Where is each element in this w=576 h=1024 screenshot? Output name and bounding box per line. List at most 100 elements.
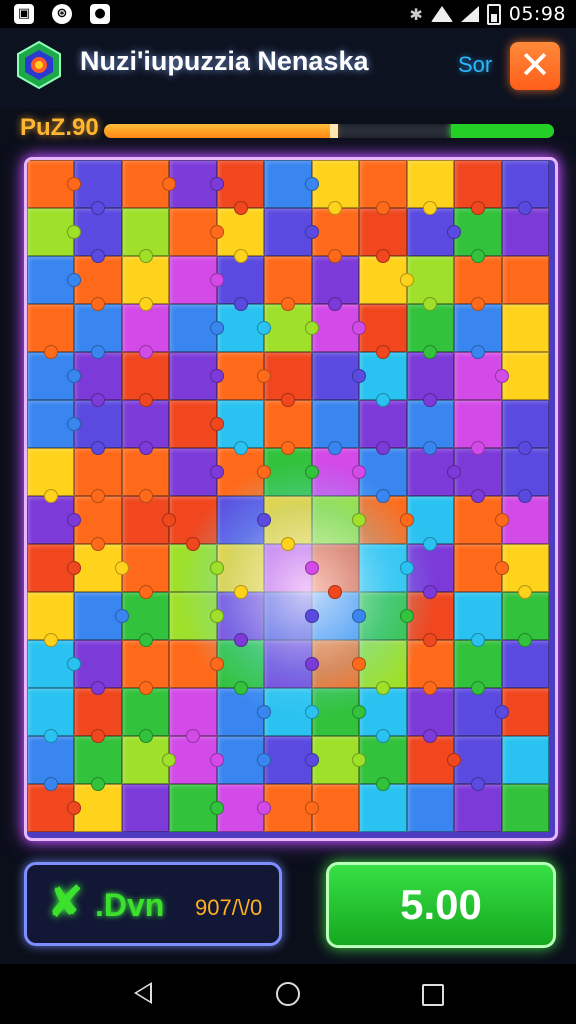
puzzle-piece[interactable]	[501, 208, 549, 256]
puzzle-piece[interactable]	[169, 640, 224, 688]
puzzle-piece[interactable]	[311, 448, 367, 496]
puzzle-piece[interactable]	[27, 784, 82, 832]
puzzle-piece[interactable]	[406, 160, 455, 215]
puzzle-piece[interactable]	[454, 448, 502, 503]
puzzle-piece[interactable]	[454, 352, 509, 400]
puzzle-piece[interactable]	[216, 160, 265, 215]
puzzle-piece[interactable]	[454, 592, 502, 647]
puzzle-piece[interactable]	[311, 592, 367, 640]
puzzle-piece[interactable]	[169, 160, 224, 208]
puzzle-piece[interactable]	[74, 160, 122, 215]
puzzle-piece[interactable]	[264, 448, 319, 496]
puzzle-piece[interactable]	[454, 688, 509, 736]
puzzle-board[interactable]	[24, 157, 558, 841]
puzzle-piece[interactable]	[359, 160, 407, 215]
puzzle-piece[interactable]	[264, 256, 312, 311]
puzzle-piece[interactable]	[121, 208, 170, 263]
puzzle-piece[interactable]	[359, 544, 414, 592]
puzzle-piece[interactable]	[454, 160, 502, 215]
puzzle-piece[interactable]	[264, 304, 319, 352]
puzzle-piece[interactable]	[169, 688, 217, 743]
puzzle-piece[interactable]	[501, 160, 549, 215]
puzzle-piece[interactable]	[121, 688, 170, 743]
puzzle-piece[interactable]	[27, 160, 82, 208]
puzzle-piece[interactable]	[169, 304, 224, 352]
puzzle-piece[interactable]	[454, 496, 509, 544]
puzzle-piece[interactable]	[216, 304, 272, 352]
puzzle-piece[interactable]	[169, 544, 224, 592]
puzzle-piece[interactable]	[501, 400, 549, 455]
puzzle-piece[interactable]	[359, 256, 414, 304]
puzzle-piece[interactable]	[454, 400, 502, 455]
puzzle-piece[interactable]	[406, 784, 455, 832]
puzzle-piece[interactable]	[406, 304, 455, 359]
puzzle-piece[interactable]	[359, 736, 407, 791]
puzzle-piece[interactable]	[169, 736, 224, 784]
score-button[interactable]: 5.00	[326, 862, 556, 948]
puzzle-piece[interactable]	[359, 448, 407, 503]
app-logo-icon[interactable]	[16, 40, 62, 90]
puzzle-piece[interactable]	[311, 544, 360, 599]
puzzle-piece[interactable]	[74, 640, 122, 695]
puzzle-piece[interactable]	[216, 208, 265, 263]
puzzle-piece[interactable]	[121, 352, 170, 407]
puzzle-piece[interactable]	[264, 352, 312, 407]
puzzle-piece[interactable]	[74, 496, 122, 551]
puzzle-piece[interactable]	[406, 736, 462, 784]
puzzle-piece[interactable]	[311, 640, 367, 688]
puzzle-piece[interactable]	[74, 400, 122, 455]
puzzle-piece[interactable]	[359, 640, 407, 695]
puzzle-piece[interactable]	[216, 352, 272, 400]
puzzle-piece[interactable]	[406, 400, 455, 455]
puzzle-piece[interactable]	[74, 448, 122, 503]
done-button[interactable]: ✘ .Dvn 907/\/0	[24, 862, 282, 946]
puzzle-piece[interactable]	[121, 304, 170, 359]
puzzle-piece[interactable]	[454, 208, 502, 263]
puzzle-piece[interactable]	[121, 400, 170, 455]
puzzle-piece[interactable]	[216, 784, 272, 832]
puzzle-piece[interactable]	[311, 208, 360, 263]
puzzle-piece[interactable]	[74, 208, 122, 263]
puzzle-piece[interactable]	[311, 352, 367, 400]
puzzle-piece[interactable]	[169, 400, 224, 448]
puzzle-piece[interactable]	[27, 304, 75, 359]
puzzle-piece[interactable]	[359, 304, 407, 359]
puzzle-piece[interactable]	[216, 496, 272, 544]
puzzle-piece[interactable]	[264, 208, 319, 256]
puzzle-piece[interactable]	[311, 496, 367, 544]
puzzle-piece[interactable]	[264, 640, 319, 688]
puzzle-piece[interactable]	[501, 784, 549, 832]
puzzle-piece[interactable]	[216, 256, 265, 311]
puzzle-piece[interactable]	[27, 640, 82, 688]
puzzle-piece[interactable]	[74, 352, 122, 407]
puzzle-piece[interactable]	[216, 544, 265, 599]
puzzle-piece[interactable]	[169, 784, 224, 832]
back-icon[interactable]	[134, 982, 152, 1004]
puzzle-piece[interactable]	[359, 208, 407, 263]
puzzle-piece[interactable]	[121, 256, 170, 311]
puzzle-piece[interactable]	[264, 736, 319, 784]
puzzle-piece[interactable]	[216, 736, 272, 784]
puzzle-piece[interactable]	[169, 448, 224, 496]
puzzle-piece[interactable]	[27, 448, 75, 503]
puzzle-piece[interactable]	[501, 544, 549, 599]
puzzle-piece[interactable]	[501, 688, 549, 736]
puzzle-piece[interactable]	[311, 688, 367, 736]
puzzle-piece[interactable]	[121, 496, 177, 544]
puzzle-piece[interactable]	[454, 304, 502, 359]
puzzle-piece[interactable]	[216, 640, 265, 695]
close-button[interactable]: ✕	[510, 42, 560, 90]
puzzle-piece[interactable]	[311, 304, 367, 352]
puzzle-piece[interactable]	[121, 736, 177, 784]
puzzle-piece[interactable]	[501, 352, 549, 400]
puzzle-piece[interactable]	[501, 640, 549, 688]
puzzle-piece[interactable]	[359, 784, 407, 832]
puzzle-piece[interactable]	[501, 592, 549, 647]
puzzle-piece[interactable]	[74, 592, 129, 640]
puzzle-piece[interactable]	[406, 688, 455, 743]
puzzle-piece[interactable]	[27, 592, 75, 647]
recents-icon[interactable]	[422, 984, 444, 1006]
puzzle-piece[interactable]	[501, 736, 549, 784]
puzzle-piece[interactable]	[121, 592, 170, 647]
puzzle-piece[interactable]	[311, 784, 360, 832]
